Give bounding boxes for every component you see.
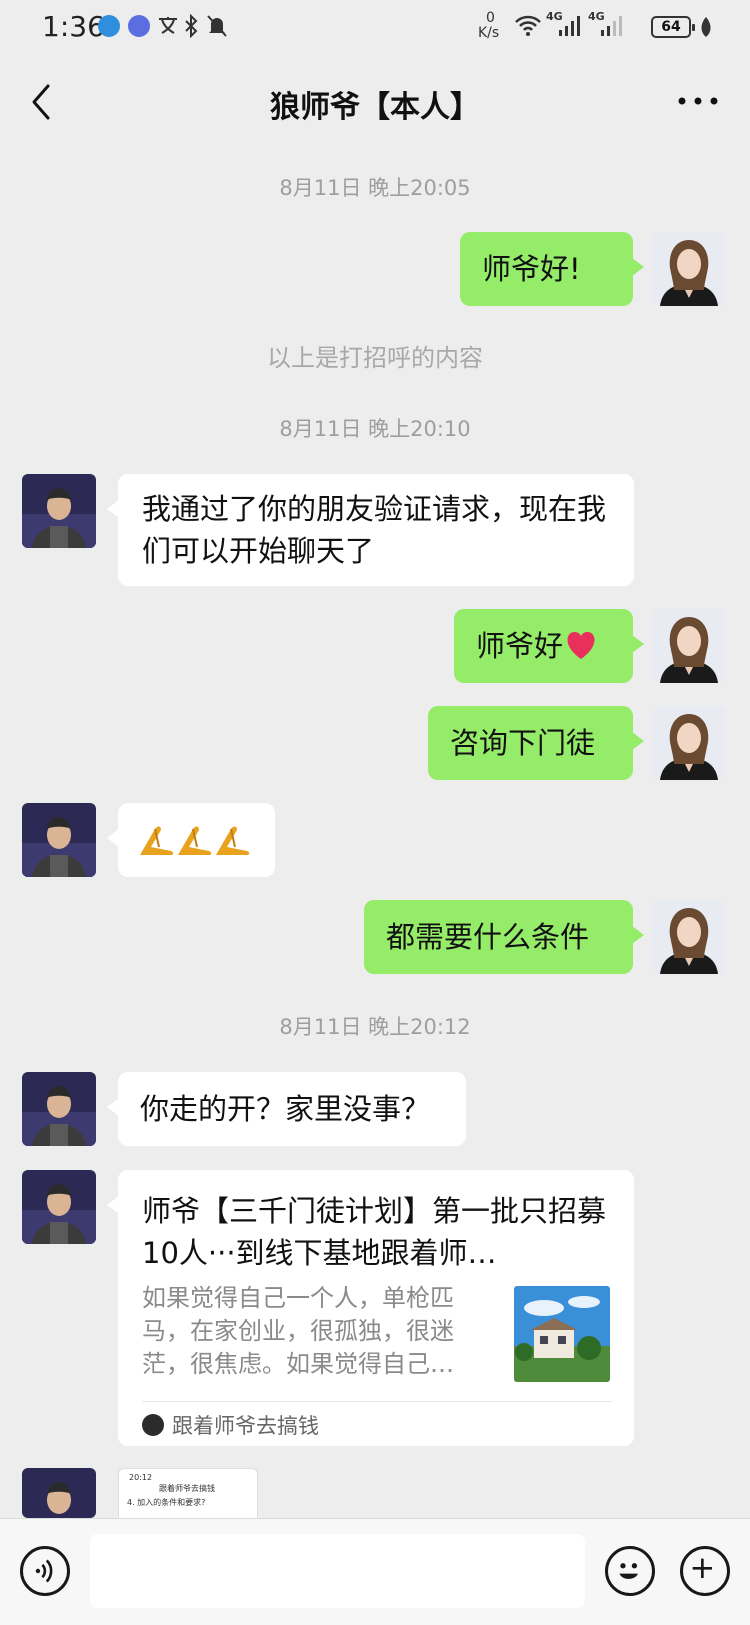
system-notice: 以上是打招呼的内容 bbox=[267, 344, 483, 372]
source-avatar-icon bbox=[142, 1414, 164, 1436]
smiley-icon[interactable] bbox=[605, 1546, 655, 1596]
status-bar: 1:36 0 K/s 4G 4G 64 bbox=[0, 0, 750, 56]
wifi-icon bbox=[515, 15, 541, 36]
article-title: 师爷【三千门徒计划】第一批只招募10人···到线下基地跟着师… bbox=[142, 1194, 607, 1270]
article-card[interactable]: 师爷【三千门徒计划】第一批只招募10人···到线下基地跟着师… 如果觉得自己一个… bbox=[107, 1170, 634, 1446]
status-time: 1:36 bbox=[42, 10, 105, 43]
my-avatar[interactable] bbox=[652, 900, 726, 974]
voice-icon[interactable] bbox=[20, 1546, 70, 1596]
plus-circle-icon[interactable] bbox=[680, 1546, 730, 1596]
chat-title: 狼师爷【本人】 bbox=[270, 90, 480, 125]
contact-avatar[interactable] bbox=[22, 803, 96, 877]
contact-avatar[interactable] bbox=[22, 1072, 96, 1146]
battery-icon: 64 bbox=[651, 16, 695, 38]
article-source: 跟着师爷去搞钱 bbox=[172, 1414, 319, 1438]
telegram-icon bbox=[98, 15, 120, 37]
music-icon bbox=[128, 15, 150, 37]
signal-icon bbox=[601, 16, 622, 36]
contact-avatar[interactable] bbox=[22, 474, 96, 548]
folded-hands-icon bbox=[140, 826, 174, 855]
image-caption: 4. 加入的条件和要求? bbox=[127, 1498, 206, 1507]
message-bubble-mine[interactable]: 师爷好! bbox=[460, 232, 644, 306]
timestamp: 8月11日 晚上20:12 bbox=[279, 1015, 471, 1039]
timestamp: 8月11日 晚上20:10 bbox=[279, 417, 471, 441]
contact-avatar[interactable] bbox=[22, 1468, 96, 1518]
message-text: 你走的开？家里没事？ bbox=[140, 1092, 431, 1126]
folded-hands-icon bbox=[216, 826, 250, 855]
message-input[interactable] bbox=[90, 1534, 585, 1608]
article-thumbnail bbox=[514, 1286, 610, 1382]
signal-icon bbox=[559, 16, 580, 36]
more-dots-icon[interactable] bbox=[676, 86, 720, 116]
folded-hands-icon bbox=[178, 826, 212, 855]
article-description: 如果觉得自己一个人，单枪匹马，在家创业，很孤独，很迷茫，很焦虑。如果觉得自己… bbox=[142, 1284, 454, 1378]
message-bubble-theirs[interactable] bbox=[107, 803, 275, 877]
contact-avatar[interactable] bbox=[22, 1170, 96, 1244]
image-caption: 跟着师爷去搞钱 bbox=[159, 1484, 215, 1493]
image-caption: 20:12 bbox=[129, 1473, 153, 1482]
message-text: 咨询下门徒 bbox=[450, 726, 596, 760]
message-text: 我通过了你的朋友验证请求，现在我们可以开始聊天了 bbox=[142, 492, 607, 568]
message-text: 师爷好 bbox=[476, 629, 564, 663]
my-avatar[interactable] bbox=[652, 609, 726, 683]
leaf-icon bbox=[701, 17, 711, 37]
my-avatar[interactable] bbox=[652, 706, 726, 780]
bluetooth-icon bbox=[185, 14, 198, 38]
message-text: 师爷好! bbox=[482, 252, 581, 286]
chevron-left-icon[interactable] bbox=[24, 82, 60, 122]
timestamp: 8月11日 晚上20:05 bbox=[279, 176, 471, 200]
translate-icon bbox=[159, 17, 177, 34]
net-speed-value: 0 bbox=[486, 10, 495, 26]
chat-header: 狼师爷【本人】 bbox=[0, 56, 750, 146]
message-bubble-mine[interactable]: 都需要什么条件 bbox=[364, 900, 644, 974]
message-text: 都需要什么条件 bbox=[386, 920, 590, 954]
card-divider bbox=[142, 1401, 612, 1402]
message-bubble-theirs[interactable]: 我通过了你的朋友验证请求，现在我们可以开始聊天了 bbox=[107, 474, 634, 586]
my-avatar[interactable] bbox=[652, 232, 726, 306]
red-heart-icon bbox=[567, 631, 595, 659]
message-bubble-mine[interactable]: 师爷好 bbox=[454, 609, 644, 683]
mute-bell-icon bbox=[207, 15, 227, 37]
input-bar bbox=[0, 1518, 750, 1625]
net-speed-unit: K/s bbox=[478, 25, 500, 41]
message-bubble-theirs[interactable]: 你走的开？家里没事？ bbox=[107, 1072, 466, 1146]
message-bubble-mine[interactable]: 咨询下门徒 bbox=[428, 706, 644, 780]
